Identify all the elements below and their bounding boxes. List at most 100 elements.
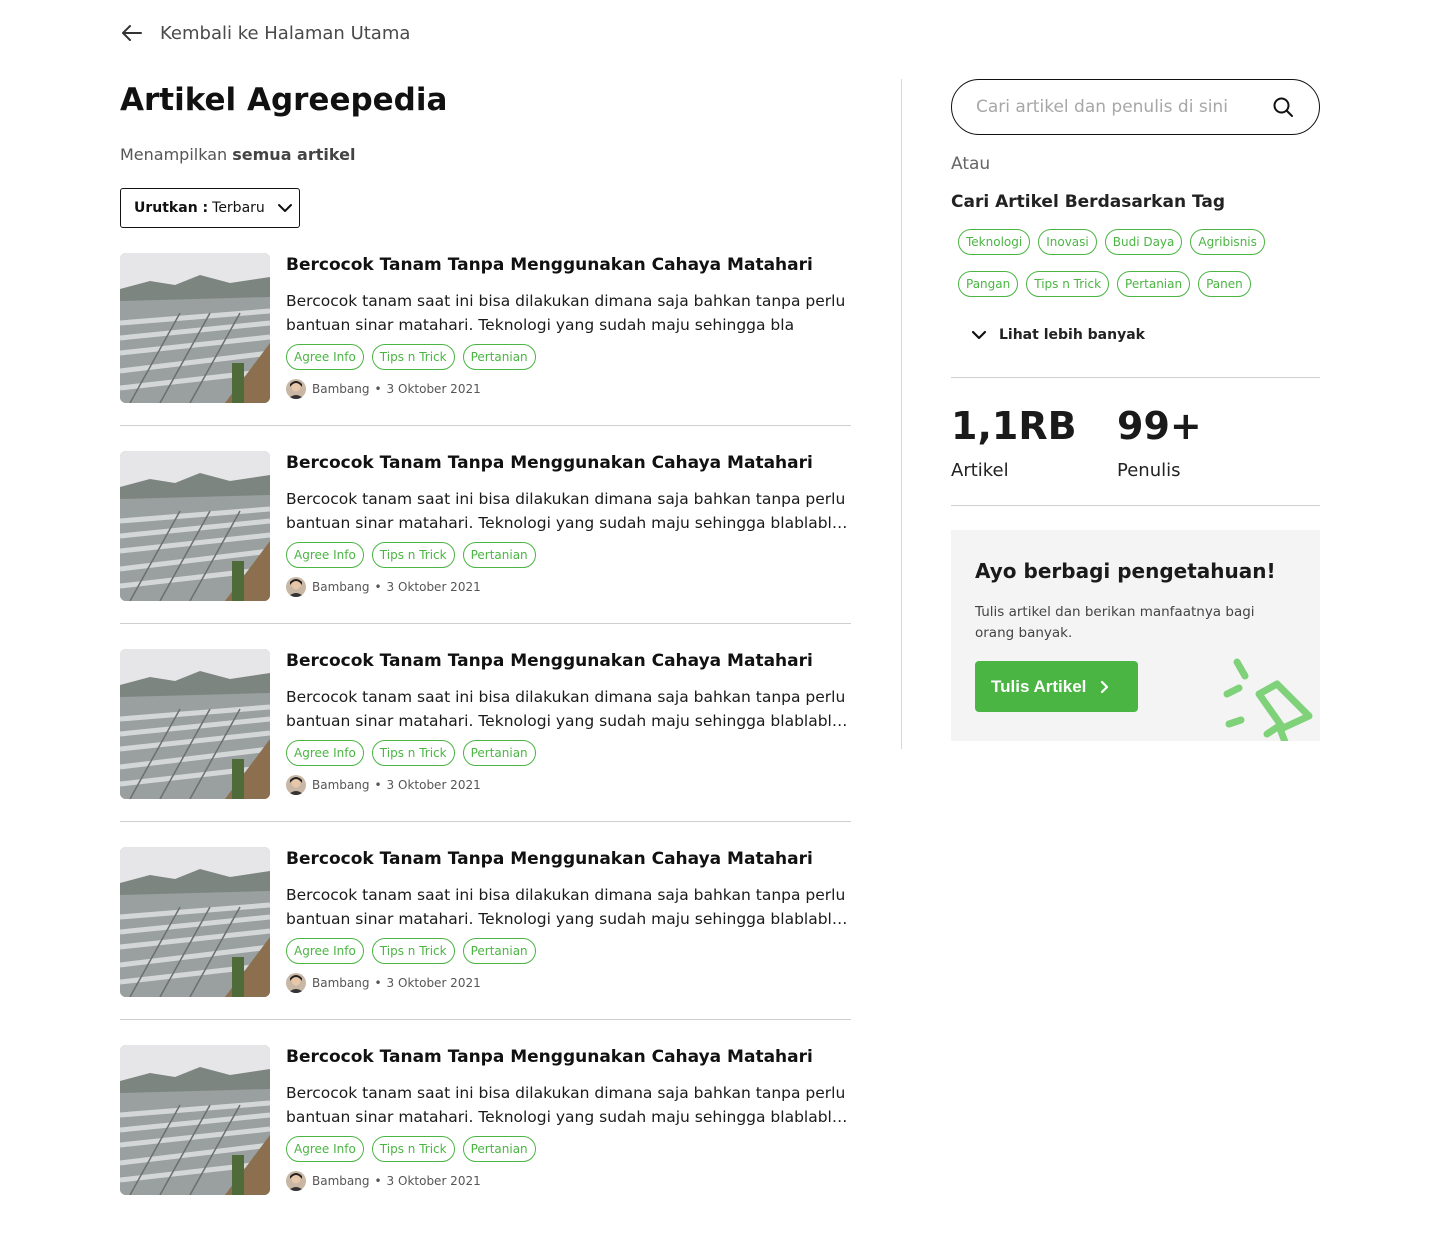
article-excerpt: Bercocok tanam saat ini bisa dilakukan d… xyxy=(286,883,851,931)
sort-dropdown[interactable]: Urutkan : Terbaru xyxy=(120,188,300,228)
article-author[interactable]: Bambang xyxy=(312,976,369,990)
article-thumbnail[interactable] xyxy=(120,1045,270,1195)
article-tag[interactable]: Tips n Trick xyxy=(371,344,455,370)
article-thumbnail[interactable] xyxy=(120,847,270,997)
article-author[interactable]: Bambang xyxy=(312,580,369,594)
tag-filter[interactable]: Pangan xyxy=(958,271,1019,297)
article-tag[interactable]: Tips n Trick xyxy=(371,1136,455,1162)
author-avatar xyxy=(286,577,306,597)
article-thumbnail[interactable] xyxy=(120,253,270,403)
article-meta: Bambang • 3 Oktober 2021 xyxy=(286,379,481,399)
article-meta: Bambang • 3 Oktober 2021 xyxy=(286,775,481,795)
write-article-button[interactable]: Tulis Artikel xyxy=(975,661,1138,712)
article-excerpt: Bercocok tanam saat ini bisa dilakukan d… xyxy=(286,1081,851,1129)
article-tag[interactable]: Pertanian xyxy=(462,542,536,568)
article-tag[interactable]: Agree Info xyxy=(286,740,364,766)
article-title[interactable]: Bercocok Tanam Tanpa Menggunakan Cahaya … xyxy=(286,849,813,869)
show-more-label: Lihat lebih banyak xyxy=(999,327,1145,343)
article-tag[interactable]: Pertanian xyxy=(462,740,536,766)
article-date: 3 Oktober 2021 xyxy=(386,778,481,792)
greenhouse-landscape-image xyxy=(120,1045,270,1195)
article-thumbnail[interactable] xyxy=(120,451,270,601)
article-tag[interactable]: Pertanian xyxy=(462,344,536,370)
article-tag[interactable]: Pertanian xyxy=(462,1136,536,1162)
chevron-right-icon xyxy=(1101,680,1109,693)
article-author[interactable]: Bambang xyxy=(312,778,369,792)
article-title[interactable]: Bercocok Tanam Tanpa Menggunakan Cahaya … xyxy=(286,255,813,275)
stat-value: 99+ xyxy=(1117,404,1202,448)
article-title[interactable]: Bercocok Tanam Tanpa Menggunakan Cahaya … xyxy=(286,1047,813,1067)
article-tag[interactable]: Agree Info xyxy=(286,1136,364,1162)
article-meta: Bambang • 3 Oktober 2021 xyxy=(286,973,481,993)
stat-value: 1,1RB xyxy=(951,404,1077,448)
tag-filter[interactable]: Agribisnis xyxy=(1190,229,1265,255)
article-tag[interactable]: Agree Info xyxy=(286,344,364,370)
cta-title: Ayo berbagi pengetahuan! xyxy=(975,559,1276,583)
article-author[interactable]: Bambang xyxy=(312,382,369,396)
article-title[interactable]: Bercocok Tanam Tanpa Menggunakan Cahaya … xyxy=(286,453,813,473)
author-avatar xyxy=(286,775,306,795)
greenhouse-landscape-image xyxy=(120,451,270,601)
back-link[interactable]: Kembali ke Halaman Utama xyxy=(120,20,410,46)
filter-summary: Menampilkan semua artikel xyxy=(120,145,851,164)
article-meta: Bambang • 3 Oktober 2021 xyxy=(286,577,481,597)
search-box[interactable] xyxy=(951,79,1320,135)
article-tags: Agree Info Tips n Trick Pertanian xyxy=(286,344,536,370)
tag-filter[interactable]: Panen xyxy=(1198,271,1251,297)
meta-separator: • xyxy=(374,976,382,990)
tag-filter[interactable]: Inovasi xyxy=(1038,229,1097,255)
article-tags: Agree Info Tips n Trick Pertanian xyxy=(286,740,536,766)
article-tag[interactable]: Agree Info xyxy=(286,542,364,568)
article-excerpt-line: bantuan sinar matahari. Teknologi yang s… xyxy=(286,910,851,928)
search-input[interactable] xyxy=(976,97,1271,117)
filter-summary-prefix: Menampilkan xyxy=(120,145,233,164)
article-title[interactable]: Bercocok Tanam Tanpa Menggunakan Cahaya … xyxy=(286,651,813,671)
article-list: Bercocok Tanam Tanpa Menggunakan Cahaya … xyxy=(120,253,851,1218)
tag-filter[interactable]: Budi Daya xyxy=(1104,229,1183,255)
tag-cloud: Teknologi Inovasi Budi Daya Agribisnis P… xyxy=(951,229,1291,297)
write-article-button-label: Tulis Artikel xyxy=(991,676,1087,696)
article-excerpt-line: Bercocok tanam saat ini bisa dilakukan d… xyxy=(286,490,846,508)
article-excerpt-line: Bercocok tanam saat ini bisa dilakukan d… xyxy=(286,1084,846,1102)
arrow-left-icon xyxy=(122,25,142,41)
article-tag[interactable]: Agree Info xyxy=(286,938,364,964)
article-card[interactable]: Bercocok Tanam Tanpa Menggunakan Cahaya … xyxy=(120,253,851,426)
tag-filter[interactable]: Tips n Trick xyxy=(1026,271,1110,297)
article-author[interactable]: Bambang xyxy=(312,1174,369,1188)
greenhouse-landscape-image xyxy=(120,649,270,799)
article-card[interactable]: Bercocok Tanam Tanpa Menggunakan Cahaya … xyxy=(120,1020,851,1218)
article-card[interactable]: Bercocok Tanam Tanpa Menggunakan Cahaya … xyxy=(120,822,851,1020)
article-tag[interactable]: Pertanian xyxy=(462,938,536,964)
divider xyxy=(951,505,1320,506)
sort-label: Urutkan : xyxy=(134,200,209,216)
article-tags: Agree Info Tips n Trick Pertanian xyxy=(286,938,536,964)
author-avatar xyxy=(286,1171,306,1191)
search-icon[interactable] xyxy=(1271,95,1295,119)
article-excerpt-line: Bercocok tanam saat ini bisa dilakukan d… xyxy=(286,688,846,706)
author-avatar xyxy=(286,973,306,993)
article-thumbnail[interactable] xyxy=(120,649,270,799)
or-label: Atau xyxy=(951,154,991,174)
megaphone-icon xyxy=(1223,658,1313,741)
article-date: 3 Oktober 2021 xyxy=(386,976,481,990)
tag-filter[interactable]: Pertanian xyxy=(1117,271,1191,297)
article-tag[interactable]: Tips n Trick xyxy=(371,938,455,964)
article-meta: Bambang • 3 Oktober 2021 xyxy=(286,1171,481,1191)
meta-separator: • xyxy=(374,1174,382,1188)
chevron-down-icon xyxy=(277,204,292,212)
cta-text: Tulis artikel dan berikan manfaatnya bag… xyxy=(975,604,1255,641)
filter-summary-value: semua artikel xyxy=(232,145,356,164)
article-card[interactable]: Bercocok Tanam Tanpa Menggunakan Cahaya … xyxy=(120,426,851,624)
tag-filter[interactable]: Teknologi xyxy=(958,229,1031,255)
article-excerpt-line: Bercocok tanam saat ini bisa dilakukan d… xyxy=(286,292,846,310)
article-excerpt-line: Bercocok tanam saat ini bisa dilakukan d… xyxy=(286,886,846,904)
show-more-tags-button[interactable]: Lihat lebih banyak xyxy=(969,325,1320,345)
article-excerpt-line: bantuan sinar matahari. Teknologi yang s… xyxy=(286,316,795,334)
article-date: 3 Oktober 2021 xyxy=(386,382,481,396)
article-date: 3 Oktober 2021 xyxy=(386,580,481,594)
tag-heading: Cari Artikel Berdasarkan Tag xyxy=(951,192,1226,212)
article-tag[interactable]: Tips n Trick xyxy=(371,740,455,766)
article-card[interactable]: Bercocok Tanam Tanpa Menggunakan Cahaya … xyxy=(120,624,851,822)
article-tag[interactable]: Tips n Trick xyxy=(371,542,455,568)
article-excerpt: Bercocok tanam saat ini bisa dilakukan d… xyxy=(286,289,851,337)
